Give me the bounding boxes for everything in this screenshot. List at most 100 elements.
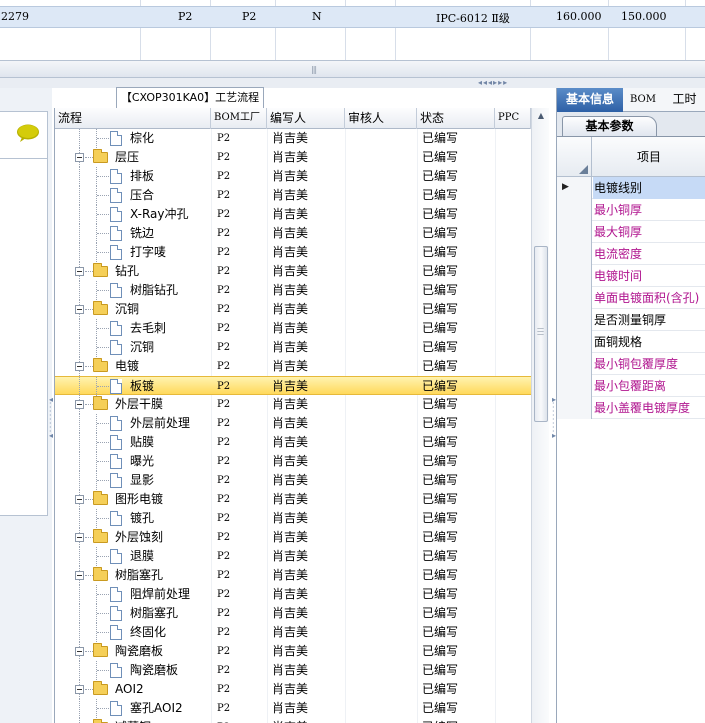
tree-row[interactable]: 退膜 P2 肖吉美 已编写 — [55, 547, 531, 566]
tree-row[interactable]: 钻孔 P2 肖吉美 已编写 — [55, 262, 531, 281]
tree-row[interactable]: 层压 P2 肖吉美 已编写 — [55, 148, 531, 167]
row-selector[interactable] — [557, 287, 592, 309]
row-selector[interactable] — [557, 265, 592, 287]
collapse-arrows-icon[interactable]: ◂◂◂▸▸▸ — [478, 78, 508, 87]
select-all-corner[interactable] — [557, 137, 592, 177]
tree-row[interactable]: 曝光 P2 肖吉美 已编写 — [55, 452, 531, 471]
tree-row[interactable]: 压合 P2 肖吉美 已编写 — [55, 186, 531, 205]
tree-row[interactable]: 排板 P2 肖吉美 已编写 — [55, 167, 531, 186]
tree-row[interactable]: 贴膜 P2 肖吉美 已编写 — [55, 433, 531, 452]
horizontal-scrollbar[interactable]: ||| — [0, 60, 705, 78]
message-box[interactable] — [0, 111, 48, 159]
collapse-icon[interactable] — [75, 267, 84, 276]
row-selector[interactable]: ▶ — [557, 177, 592, 199]
collapse-icon[interactable] — [75, 400, 84, 409]
tab-work-hours[interactable]: 工时 — [663, 88, 705, 112]
tree-row[interactable]: 减薄铜 P2 肖吉美 已编写 — [55, 718, 531, 723]
header-reviewer[interactable]: 审核人 — [345, 108, 417, 129]
property-row[interactable]: 电流密度 — [557, 243, 705, 265]
collapse-icon[interactable] — [75, 153, 84, 162]
process-flow-tab[interactable]: 【CXOP301KA0】工艺流程 — [116, 87, 264, 108]
tree-row[interactable]: 打字唛 P2 肖吉美 已编写 — [55, 243, 531, 262]
collapse-icon[interactable] — [75, 571, 84, 580]
tree-row[interactable]: 塞孔AOI2 P2 肖吉美 已编写 — [55, 699, 531, 718]
top-grid[interactable]: 2279 P2 P2 N IPC-6012 Ⅱ级 160.000 150.000… — [0, 0, 705, 78]
tab-basic-info[interactable]: 基本信息 — [557, 88, 623, 112]
scroll-up-arrow-icon[interactable]: ▲ — [534, 111, 548, 125]
tree-row-writer: 肖吉美 — [272, 663, 309, 677]
tree-row-writer: 肖吉美 — [272, 302, 309, 316]
tree-row-writer: 肖吉美 — [272, 207, 309, 221]
tree-row[interactable]: 树脂塞孔 P2 肖吉美 已编写 — [55, 604, 531, 623]
row-selector[interactable] — [557, 353, 592, 375]
collapse-icon[interactable] — [75, 495, 84, 504]
row-selector[interactable] — [557, 199, 592, 221]
tree-row[interactable]: 图形电镀 P2 肖吉美 已编写 — [55, 490, 531, 509]
property-grid[interactable]: 项目 ▶ 电镀线别 最小铜厚 最大铜厚 电流密度 电镀时间 单面电镀面积(含孔) 是否测量铜厚… — [557, 136, 705, 723]
tree-row[interactable]: 外层蚀刻 P2 肖吉美 已编写 — [55, 528, 531, 547]
tree-row[interactable]: 电镀 P2 肖吉美 已编写 — [55, 357, 531, 376]
row-selector[interactable] — [557, 331, 592, 353]
row-selector[interactable] — [557, 221, 592, 243]
tree-grid-header: 流程 BOM工厂 编写人 审核人 状态 PPC — [55, 108, 531, 129]
tab-basic-params[interactable]: 基本参数 — [562, 116, 657, 137]
property-row[interactable]: 最小包覆距离 — [557, 375, 705, 397]
row-selector[interactable] — [557, 397, 592, 419]
collapse-icon[interactable] — [75, 362, 84, 371]
property-row[interactable]: 最小铜包覆厚度 — [557, 353, 705, 375]
collapse-icon[interactable] — [75, 533, 84, 542]
tree-row-name: 铣边 — [130, 226, 155, 240]
header-ppc[interactable]: PPC — [495, 108, 531, 129]
header-process[interactable]: 流程 — [55, 108, 211, 129]
chat-bubble-icon[interactable] — [16, 124, 40, 142]
header-status[interactable]: 状态 — [417, 108, 495, 129]
row-selector[interactable] — [557, 309, 592, 331]
tree-line — [79, 661, 80, 680]
tree-row-status: 已编写 — [422, 606, 459, 620]
collapse-icon[interactable] — [75, 685, 84, 694]
tab-bom[interactable]: BOM — [623, 88, 663, 112]
tree-row[interactable]: 阻焊前处理 P2 肖吉美 已编写 — [55, 585, 531, 604]
tree-row[interactable]: AOI2 P2 肖吉美 已编写 — [55, 680, 531, 699]
tree-row[interactable]: 外层前处理 P2 肖吉美 已编写 — [55, 414, 531, 433]
tree-row[interactable]: 铣边 P2 肖吉美 已编写 — [55, 224, 531, 243]
scroll-thumb[interactable]: — — — — [534, 246, 548, 422]
collapse-icon[interactable] — [75, 305, 84, 314]
tree-row[interactable]: 外层干膜 P2 肖吉美 已编写 — [55, 395, 531, 414]
tree-row[interactable]: 沉铜 P2 肖吉美 已编写 — [55, 338, 531, 357]
vertical-scrollbar[interactable]: ▲ — — — — [531, 108, 549, 723]
property-row[interactable]: 面铜规格 — [557, 331, 705, 353]
tree-row[interactable]: 树脂钻孔 P2 肖吉美 已编写 — [55, 281, 531, 300]
tree-row[interactable]: 陶瓷磨板 P2 肖吉美 已编写 — [55, 661, 531, 680]
tree-row[interactable]: 去毛刺 P2 肖吉美 已编写 — [55, 319, 531, 338]
splitter-right-icon[interactable]: ▸ · · · · · · · · ▸ — [552, 396, 556, 440]
property-row[interactable]: 最小盖覆电镀厚度 — [557, 397, 705, 419]
splitter-left-icon[interactable]: ◂ · · · · · · · · ◂ — [49, 396, 53, 440]
row-selector[interactable] — [557, 243, 592, 265]
property-row[interactable]: 电镀时间 — [557, 265, 705, 287]
tree-row[interactable]: 棕化 P2 肖吉美 已编写 — [55, 129, 531, 148]
tree-row-name: 钻孔 — [115, 264, 140, 278]
tree-row[interactable]: 终固化 P2 肖吉美 已编写 — [55, 623, 531, 642]
collapse-icon[interactable] — [75, 647, 84, 656]
property-row[interactable]: 最大铜厚 — [557, 221, 705, 243]
tree-row[interactable]: 镀孔 P2 肖吉美 已编写 — [55, 509, 531, 528]
header-bom-factory[interactable]: BOM工厂 — [211, 108, 267, 129]
property-row[interactable]: 是否测量铜厚 — [557, 309, 705, 331]
property-row[interactable]: 单面电镀面积(含孔) — [557, 287, 705, 309]
header-writer[interactable]: 编写人 — [267, 108, 345, 129]
tree-line — [85, 309, 93, 310]
row-selector[interactable] — [557, 375, 592, 397]
property-row[interactable]: ▶ 电镀线别 — [557, 177, 705, 199]
tree-row[interactable]: 板镀 P2 肖吉美 已编写 — [55, 376, 531, 396]
process-tree-grid[interactable]: 流程 BOM工厂 编写人 审核人 状态 PPC 棕化 P2 肖吉美 已编写 层压 P2 肖吉… — [54, 108, 549, 723]
tree-row[interactable]: 沉铜 P2 肖吉美 已编写 — [55, 300, 531, 319]
top-grid-row[interactable]: 2279 P2 P2 N IPC-6012 Ⅱ级 160.000 150.000 — [0, 6, 705, 28]
splitter[interactable]: ◂◂◂▸▸▸ — [0, 78, 705, 88]
tree-row[interactable]: 树脂塞孔 P2 肖吉美 已编写 — [55, 566, 531, 585]
tree-row[interactable]: X-Ray冲孔 P2 肖吉美 已编写 — [55, 205, 531, 224]
property-row[interactable]: 最小铜厚 — [557, 199, 705, 221]
tree-row[interactable]: 显影 P2 肖吉美 已编写 — [55, 471, 531, 490]
tree-row[interactable]: 陶瓷磨板 P2 肖吉美 已编写 — [55, 642, 531, 661]
tree-row-writer: 肖吉美 — [272, 549, 309, 563]
